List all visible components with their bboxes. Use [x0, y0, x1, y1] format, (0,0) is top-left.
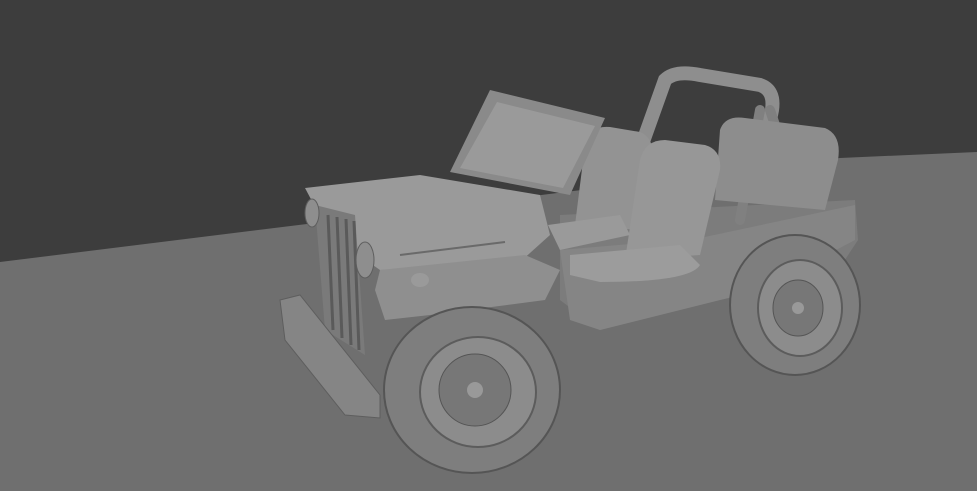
jeep-headlight-right: [355, 241, 375, 279]
jeep-turn-signal: [411, 273, 429, 287]
jeep-rear-wheel: [729, 234, 861, 376]
jeep-headlight-left: [304, 198, 320, 228]
3d-viewport[interactable]: [0, 0, 977, 491]
jeep-front-wheel: [383, 306, 561, 474]
jeep-rear-seat: [715, 117, 839, 210]
scene: [0, 66, 977, 491]
